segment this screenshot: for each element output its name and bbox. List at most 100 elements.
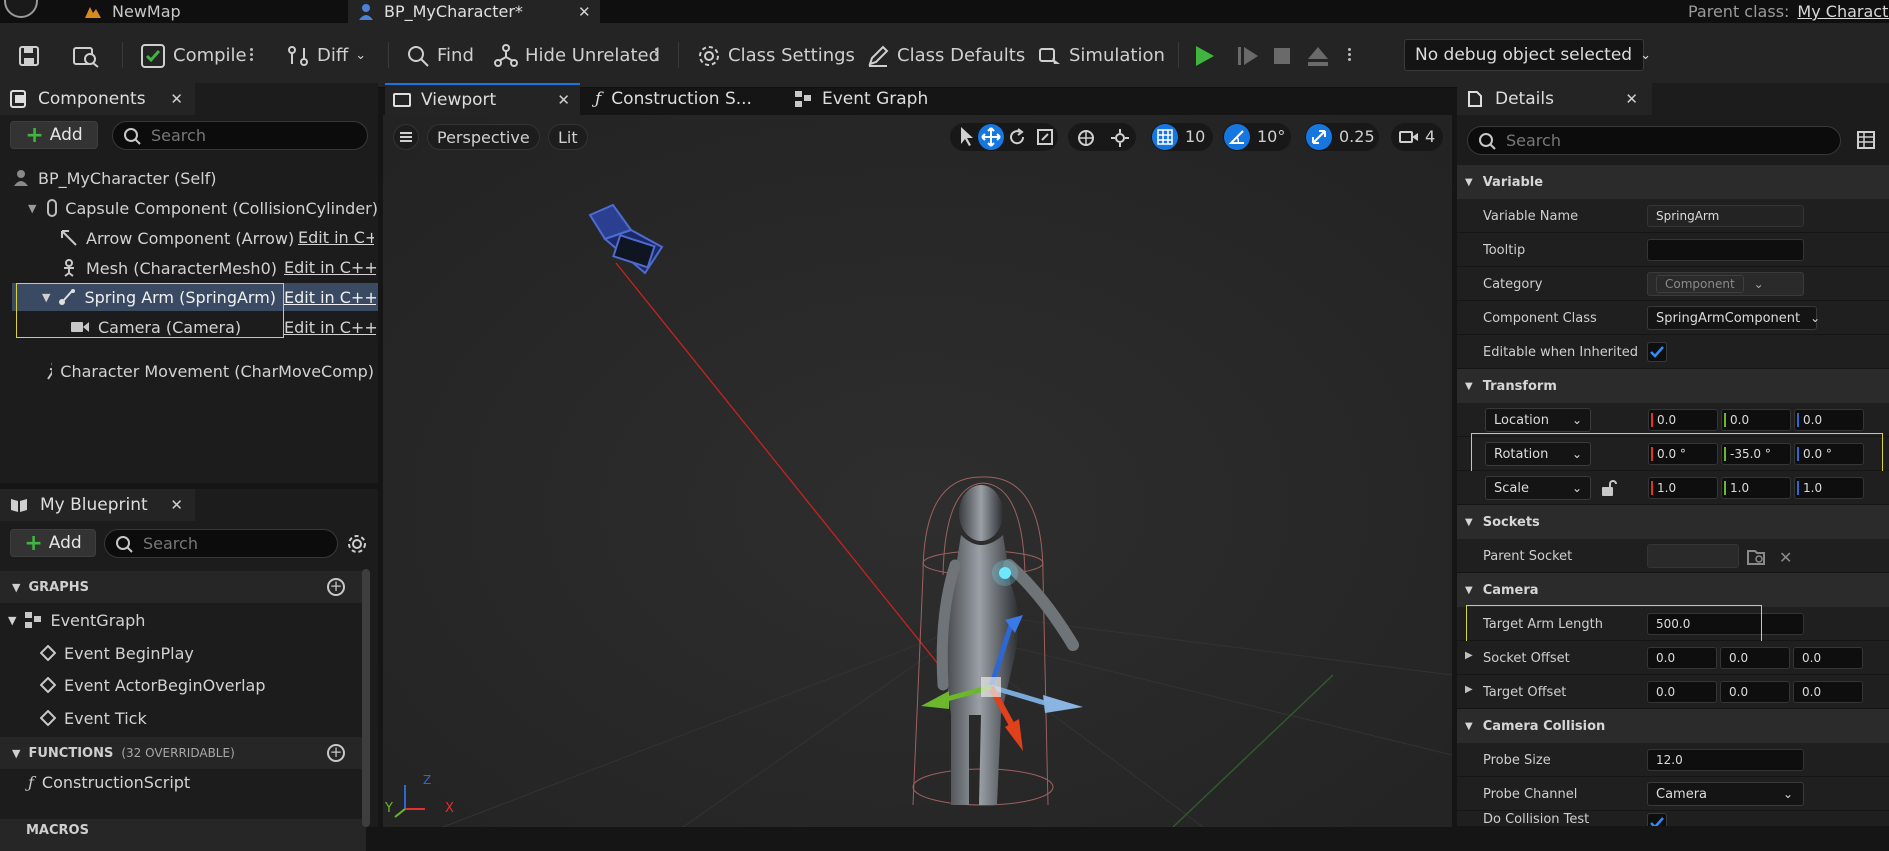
- tree-item-capsule[interactable]: ▼ Capsule Component (CollisionCylinder): [28, 195, 378, 221]
- close-icon[interactable]: ✕: [578, 3, 591, 21]
- event-actor-begin-overlap-item[interactable]: Event ActorBeginOverlap: [40, 672, 265, 698]
- rotation-y-field[interactable]: -35.0 °: [1721, 443, 1791, 465]
- graphs-section-header[interactable]: ▼ GRAPHS: [12, 571, 89, 603]
- details-search-input[interactable]: Search: [1467, 126, 1841, 155]
- tree-item-character-movement[interactable]: Character Movement (CharMoveComp): [44, 358, 374, 384]
- transform-section-header[interactable]: ▼ Transform: [1457, 369, 1889, 403]
- scale-x-field[interactable]: 1.0: [1648, 477, 1718, 499]
- location-x-field[interactable]: 0.0: [1648, 409, 1718, 431]
- parent-class-link[interactable]: My Characte: [1797, 2, 1889, 21]
- socket-offset-z-field[interactable]: 0.0: [1793, 647, 1863, 669]
- debug-object-dropdown[interactable]: No debug object selected ⌄: [1404, 39, 1651, 71]
- tree-item-arrow[interactable]: Arrow Component (Arrow): [60, 225, 294, 251]
- camera-section-header[interactable]: ▼ Camera: [1457, 573, 1889, 607]
- parent-socket-field[interactable]: [1647, 544, 1739, 568]
- tab-newmap[interactable]: NewMap: [84, 0, 346, 23]
- rotation-z-field[interactable]: 0.0 °: [1794, 443, 1864, 465]
- gear-icon[interactable]: [346, 533, 368, 555]
- target-offset-z-field[interactable]: 0.0: [1793, 681, 1863, 703]
- edit-in-cpp-link[interactable]: Edit in C++: [284, 318, 376, 337]
- hide-unrelated-options-button[interactable]: [655, 23, 659, 88]
- tab-viewport[interactable]: Viewport ✕: [385, 83, 580, 115]
- probe-channel-dropdown[interactable]: Camera ⌄: [1647, 782, 1804, 806]
- variable-section-header[interactable]: ▼ Variable: [1457, 165, 1889, 199]
- eject-button[interactable]: [1306, 23, 1330, 88]
- tree-item-spring-arm[interactable]: ▼ Spring Arm (SpringArm): [42, 284, 276, 310]
- event-begin-play-item[interactable]: Event BeginPlay: [40, 640, 194, 666]
- socket-browse-icon[interactable]: [1747, 548, 1767, 566]
- sockets-section-header[interactable]: ▼ Sockets: [1457, 505, 1889, 539]
- unlock-icon[interactable]: [1599, 479, 1617, 497]
- chevron-right-icon[interactable]: ▶: [1465, 684, 1473, 695]
- save-button[interactable]: [18, 23, 40, 88]
- add-graph-icon[interactable]: +: [327, 578, 345, 596]
- editable-inherited-checkbox[interactable]: [1647, 342, 1667, 362]
- tab-bp-mycharacter[interactable]: BP_MyCharacter* ✕: [348, 0, 600, 23]
- tab-event-graph[interactable]: Event Graph: [794, 83, 928, 115]
- surface-snap-icon[interactable]: [1110, 128, 1130, 148]
- scale-icon[interactable]: [1036, 128, 1054, 146]
- rotation-dropdown[interactable]: Rotation ⌄: [1485, 442, 1591, 466]
- clear-socket-icon[interactable]: ✕: [1779, 548, 1792, 567]
- perspective-button[interactable]: Perspective: [427, 124, 540, 150]
- tree-item-camera[interactable]: Camera (Camera): [70, 314, 241, 340]
- socket-offset-y-field[interactable]: 0.0: [1720, 647, 1790, 669]
- location-z-field[interactable]: 0.0: [1794, 409, 1864, 431]
- tree-item-mesh[interactable]: Mesh (CharacterMesh0): [60, 255, 277, 281]
- variable-name-field[interactable]: SpringArm: [1647, 205, 1804, 227]
- find-button[interactable]: Find: [406, 23, 474, 88]
- scale-y-field[interactable]: 1.0: [1721, 477, 1791, 499]
- play-options-button[interactable]: [1348, 23, 1352, 88]
- functions-section-header[interactable]: ▼ FUNCTIONS (32 OVERRIDABLE): [12, 737, 235, 769]
- grid-snap-toggle[interactable]: 10: [1151, 123, 1213, 151]
- lit-button[interactable]: Lit: [548, 124, 588, 150]
- location-dropdown[interactable]: Location ⌄: [1485, 408, 1591, 432]
- rotation-x-field[interactable]: 0.0 °: [1648, 443, 1718, 465]
- step-button[interactable]: [1236, 23, 1260, 88]
- diff-button[interactable]: Diff ⌄: [286, 23, 366, 88]
- component-class-dropdown[interactable]: SpringArmComponent ⌄: [1647, 306, 1820, 330]
- event-tick-item[interactable]: Event Tick: [40, 705, 147, 731]
- details-tab[interactable]: Details ✕: [1457, 83, 1652, 115]
- scale-dropdown[interactable]: Scale ⌄: [1485, 476, 1591, 500]
- close-icon[interactable]: ✕: [557, 91, 570, 109]
- target-offset-x-field[interactable]: 0.0: [1647, 681, 1717, 703]
- blueprint-scrollbar[interactable]: [362, 569, 370, 827]
- class-defaults-button[interactable]: Class Defaults: [866, 23, 1025, 88]
- target-arm-length-field[interactable]: 500.0: [1647, 613, 1804, 635]
- play-button[interactable]: [1194, 23, 1216, 88]
- components-search-input[interactable]: Search: [112, 121, 368, 150]
- tooltip-field[interactable]: [1647, 239, 1804, 261]
- translate-icon[interactable]: [978, 124, 1004, 150]
- close-icon[interactable]: ✕: [170, 496, 183, 514]
- tab-construction-script[interactable]: ƒ Construction S...: [595, 83, 752, 115]
- socket-offset-x-field[interactable]: 0.0: [1647, 647, 1717, 669]
- tree-item-self[interactable]: BP_MyCharacter (Self): [12, 165, 378, 191]
- viewport[interactable]: Z X Y Perspective Lit 10 10° 0.25 4: [383, 115, 1452, 827]
- add-function-icon[interactable]: +: [327, 744, 345, 762]
- components-tab[interactable]: Components ✕: [0, 83, 195, 115]
- stop-button[interactable]: [1272, 23, 1292, 88]
- edit-in-cpp-link[interactable]: Edit in C+: [298, 228, 374, 247]
- class-settings-button[interactable]: Class Settings: [697, 23, 855, 88]
- scale-z-field[interactable]: 1.0: [1794, 477, 1864, 499]
- edit-in-cpp-link[interactable]: Edit in C++: [284, 288, 376, 307]
- my-blueprint-tab[interactable]: My Blueprint ✕: [0, 489, 195, 521]
- hide-unrelated-button[interactable]: Hide Unrelated: [494, 23, 660, 88]
- select-icon[interactable]: [956, 124, 976, 148]
- category-dropdown[interactable]: Component ⌄: [1647, 272, 1804, 296]
- compile-button[interactable]: Compile: [140, 23, 247, 88]
- viewport-menu-button[interactable]: [393, 124, 419, 150]
- do-collision-test-checkbox[interactable]: [1647, 813, 1667, 826]
- scale-snap-toggle[interactable]: 0.25: [1305, 123, 1379, 151]
- camera-speed-button[interactable]: 4: [1391, 123, 1443, 151]
- edit-in-cpp-link[interactable]: Edit in C++: [284, 258, 376, 277]
- probe-size-field[interactable]: 12.0: [1647, 749, 1804, 771]
- table-view-icon[interactable]: [1857, 131, 1875, 149]
- location-y-field[interactable]: 0.0: [1721, 409, 1791, 431]
- construction-script-item[interactable]: ƒ ConstructionScript: [28, 769, 190, 795]
- close-icon[interactable]: ✕: [170, 90, 183, 108]
- blueprint-search-input[interactable]: Search: [104, 529, 338, 558]
- camera-collision-section-header[interactable]: ▼ Camera Collision: [1457, 709, 1889, 743]
- compile-options-button[interactable]: [250, 23, 254, 88]
